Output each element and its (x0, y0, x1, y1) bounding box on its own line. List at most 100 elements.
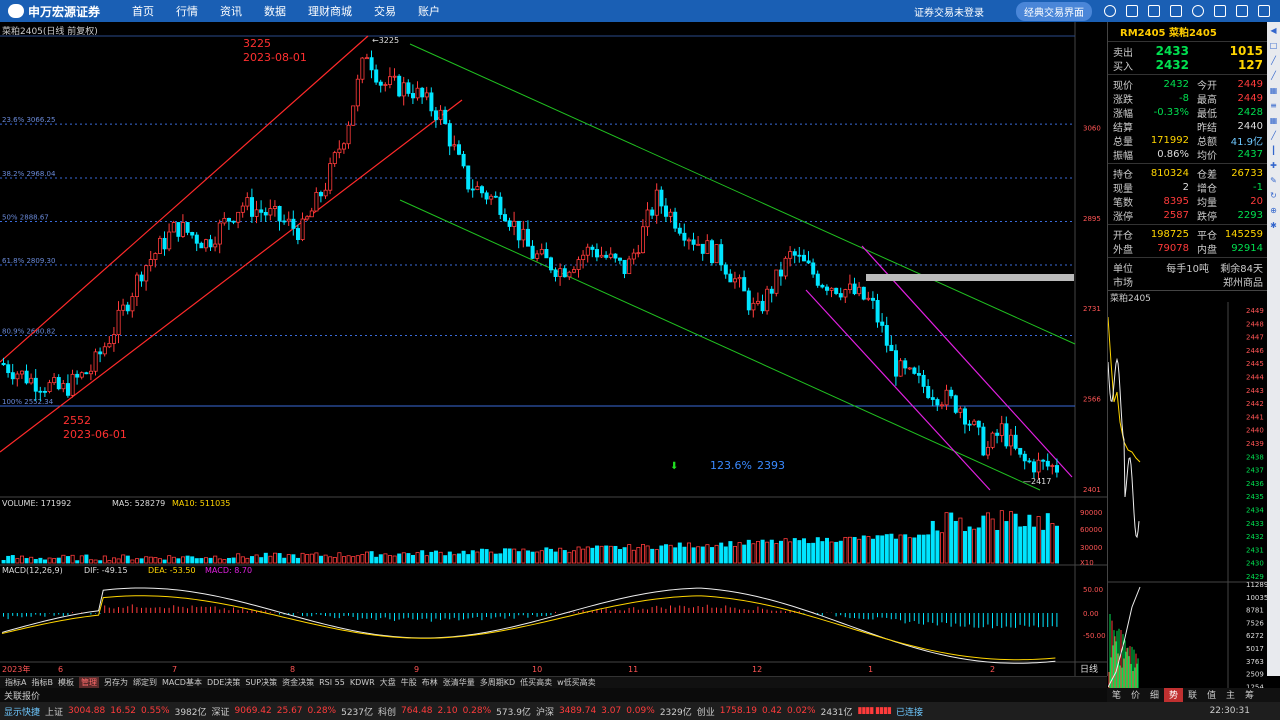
quote-value: 198725 (1150, 228, 1189, 240)
volume-bar (558, 547, 563, 564)
indicator-tab[interactable]: 绑定到 (133, 677, 157, 688)
cross-icon[interactable]: ✚ (1267, 159, 1280, 172)
y-tick: 2731 (1083, 305, 1101, 313)
indicator-tab[interactable]: KDWR (350, 678, 375, 687)
channel-lower-magenta (805, 289, 991, 491)
box-icon[interactable]: □ (1267, 39, 1280, 52)
refresh-icon[interactable]: ↻ (1267, 189, 1280, 202)
y-tick: 2566 (1083, 395, 1101, 403)
indicator-tab[interactable]: 牛股 (401, 677, 417, 688)
candle-icon[interactable]: ┃ (1267, 144, 1280, 157)
chart-icon[interactable]: ▦ (1267, 84, 1280, 97)
candle-body (415, 87, 420, 99)
skin-icon[interactable] (1170, 5, 1182, 17)
menu-home[interactable]: 首页 (132, 3, 154, 19)
indicator-tab[interactable]: 管理 (78, 677, 99, 688)
zoom-icon[interactable]: ⊕ (1267, 204, 1280, 217)
indicator-tab[interactable]: 张清华量 (443, 677, 475, 688)
volume-bar (309, 553, 314, 564)
message-icon[interactable] (1148, 5, 1160, 17)
candle-body (627, 258, 632, 275)
indicator-tab[interactable]: 模板 (58, 677, 74, 688)
volume-bar (866, 536, 871, 564)
candle-body (590, 246, 595, 250)
hs-label[interactable]: 沪深 (536, 705, 554, 718)
cy-pct: 0.02% (787, 706, 816, 716)
login-status[interactable]: 证券交易未登录 (914, 4, 984, 19)
candle-body (530, 245, 535, 259)
indicator-tab[interactable]: DDE决策 (207, 677, 240, 688)
mini-vol-tick: 2509 (1246, 671, 1264, 679)
display-shortcut[interactable]: 显示快捷 (4, 705, 40, 718)
indicator-tab[interactable]: 布林 (422, 677, 438, 688)
list-icon[interactable]: ≡ (1267, 99, 1280, 112)
arrow-left-icon[interactable]: ◀ (1267, 24, 1280, 37)
market-row: 市场 郑州商品 (1113, 277, 1263, 289)
candle-body (861, 286, 866, 300)
volume-bar (930, 520, 935, 564)
headset-icon[interactable] (1126, 5, 1138, 17)
indicator-tab[interactable]: 指标B (31, 677, 53, 688)
candle-body (742, 277, 747, 292)
grid-icon[interactable]: ▦ (1267, 114, 1280, 127)
quote-label: 笔数 (1113, 197, 1133, 209)
related-quotes-label[interactable]: 关联报价 (4, 689, 40, 702)
kline-chart[interactable]: 23.6% 3066.25 38.2% 2968.04 50% 2888.67 61.… (0, 22, 1107, 676)
related-quotes-bar[interactable]: 关联报价 (0, 688, 1107, 702)
pen-icon[interactable]: ✎ (1267, 174, 1280, 187)
indicator-tab[interactable]: RSI 55 (319, 678, 345, 687)
volume-bar (682, 546, 687, 564)
candle-body (332, 152, 337, 164)
right-panel-tab[interactable]: 筹 (1240, 688, 1259, 702)
candle-body (277, 205, 282, 222)
right-panel-tab[interactable]: 主 (1221, 688, 1240, 702)
indicator-tab[interactable]: 低买高卖 (520, 677, 552, 688)
tool-icon[interactable]: ✱ (1267, 219, 1280, 232)
indicator-tab[interactable]: 另存为 (104, 677, 128, 688)
right-panel-tab[interactable]: 势 (1164, 688, 1183, 702)
menu-trade[interactable]: 交易 (374, 3, 396, 19)
menu-mall[interactable]: 理财商城 (308, 3, 352, 19)
indicator-tab[interactable]: 指标A (5, 677, 26, 688)
indicator-tab[interactable]: 大盘 (380, 677, 396, 688)
kc-label[interactable]: 科创 (378, 705, 396, 718)
volume-bar (746, 539, 751, 564)
gear-icon[interactable] (1192, 5, 1204, 17)
theme-icon[interactable] (1104, 5, 1116, 17)
right-panel-tab[interactable]: 笔 (1107, 688, 1126, 702)
right-panel-tab[interactable]: 细 (1145, 688, 1164, 702)
indicator-tab[interactable]: SUP决策 (245, 677, 277, 688)
right-panel-tab[interactable]: 值 (1202, 688, 1221, 702)
indicator-tab[interactable]: 资金决策 (282, 677, 314, 688)
classic-trade-button[interactable]: 经典交易界面 (1016, 1, 1092, 21)
right-panel-tab[interactable]: 联 (1183, 688, 1202, 702)
volume-bar (1041, 529, 1046, 564)
candle-body (33, 377, 38, 392)
candle-body (792, 251, 797, 256)
menu-market[interactable]: 行情 (176, 3, 198, 19)
sz-label[interactable]: 深证 (212, 705, 230, 718)
line-icon[interactable]: ╱ (1267, 54, 1280, 67)
close-icon[interactable] (1258, 5, 1270, 17)
kline-chart-area[interactable]: 23.6% 3066.25 38.2% 2968.04 50% 2888.67 61.… (0, 22, 1107, 676)
menu-account[interactable]: 账户 (418, 3, 440, 19)
sh-label[interactable]: 上证 (45, 705, 63, 718)
indicator-tab[interactable]: 多周期KD (480, 677, 515, 688)
market-bars-icon: ▮▮▮▮ ▮▮▮▮ (857, 706, 892, 716)
intraday-chart[interactable]: 2449 2448 2447 2446 2445 2444 2443 2442 2441 2440… (1107, 302, 1268, 692)
candle-body (98, 351, 103, 355)
trend-icon[interactable]: ╱ (1267, 129, 1280, 142)
candle-body (1050, 465, 1055, 467)
maximize-icon[interactable] (1236, 5, 1248, 17)
minimize-icon[interactable] (1214, 5, 1226, 17)
right-panel-tab[interactable]: 价 (1126, 688, 1145, 702)
line2-icon[interactable]: ╱ (1267, 69, 1280, 82)
mini-price-tick: 2438 (1246, 453, 1264, 461)
menu-news[interactable]: 资讯 (220, 3, 242, 19)
cy-label[interactable]: 创业 (697, 705, 715, 718)
mini-vol-tick: 8781 (1246, 607, 1264, 615)
volume-bar (774, 543, 779, 564)
indicator-tab[interactable]: w低买高卖 (557, 677, 596, 688)
menu-data[interactable]: 数据 (264, 3, 286, 19)
indicator-tab[interactable]: MACD基本 (162, 677, 202, 688)
